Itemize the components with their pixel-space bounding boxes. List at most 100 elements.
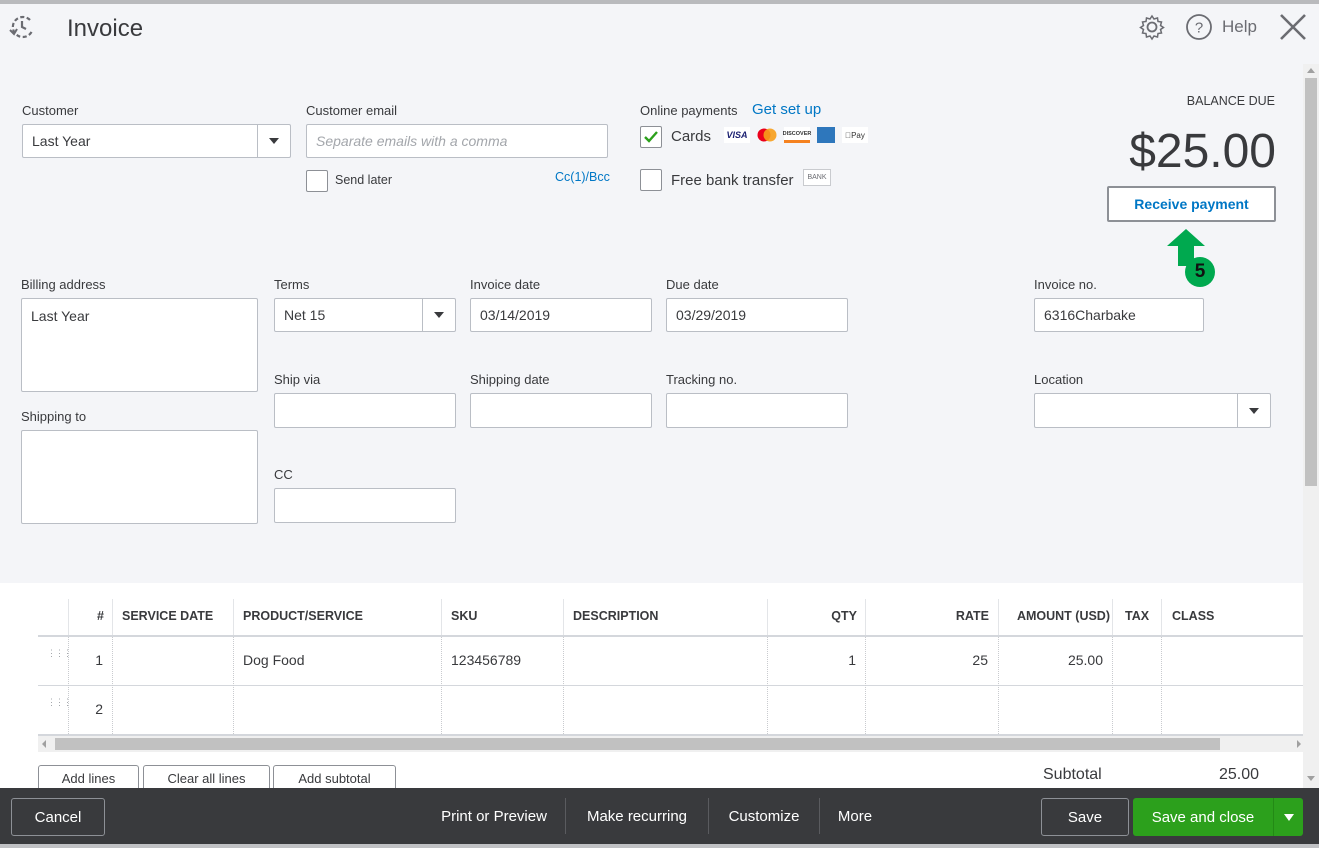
- customer-email-placeholder: Separate emails with a comma: [316, 133, 508, 149]
- tracking-no-label: Tracking no.: [666, 372, 738, 387]
- cards-label: Cards: [671, 128, 712, 145]
- invoice-date-input[interactable]: 03/14/2019: [470, 298, 652, 332]
- shipping-date-input[interactable]: [470, 393, 652, 428]
- amount-cell[interactable]: 25.00: [998, 652, 1103, 668]
- terms-dropdown-button[interactable]: [422, 299, 455, 331]
- tracking-no-input[interactable]: [666, 393, 848, 428]
- scroll-left-arrow-icon[interactable]: [42, 740, 46, 748]
- receive-payment-button[interactable]: Receive payment: [1107, 186, 1276, 222]
- send-later-checkbox[interactable]: [306, 170, 328, 192]
- horizontal-scroll-thumb[interactable]: [55, 738, 1220, 750]
- customer-label: Customer: [22, 103, 79, 118]
- save-button[interactable]: Save: [1041, 798, 1129, 836]
- cell-divider: [563, 637, 564, 734]
- terms-select[interactable]: Net 15: [274, 298, 456, 332]
- scroll-up-arrow-icon[interactable]: [1307, 68, 1315, 73]
- billing-address-label: Billing address: [21, 277, 106, 292]
- help-link[interactable]: Help: [1222, 17, 1257, 37]
- balance-due-label: BALANCE DUE: [1186, 94, 1275, 108]
- terms-value: Net 15: [284, 307, 326, 323]
- column-divider: [233, 599, 234, 635]
- column-header-description: DESCRIPTION: [573, 609, 659, 623]
- scroll-down-arrow-icon[interactable]: [1307, 776, 1315, 781]
- gear-icon[interactable]: [1138, 13, 1166, 46]
- footer-divider: [819, 798, 820, 834]
- column-divider: [441, 599, 442, 635]
- customer-dropdown-button[interactable]: [257, 125, 290, 157]
- cc-input[interactable]: [274, 488, 456, 523]
- save-and-close-button[interactable]: Save and close: [1133, 798, 1273, 836]
- invoice-date-value: 03/14/2019: [480, 307, 551, 323]
- step-number-badge: 5: [1185, 257, 1215, 287]
- location-label: Location: [1034, 372, 1084, 387]
- visa-logo: VISA: [724, 127, 750, 143]
- row-number: 1: [95, 652, 103, 668]
- more-button[interactable]: More: [827, 798, 883, 834]
- column-divider: [1112, 599, 1113, 635]
- bank-badge: BANK: [803, 169, 831, 186]
- help-icon[interactable]: ?: [1185, 13, 1213, 46]
- rate-cell[interactable]: 25: [865, 652, 988, 668]
- header-divider: [38, 635, 1303, 637]
- due-date-input[interactable]: 03/29/2019: [666, 298, 848, 332]
- bank-transfer-label: Free bank transfer: [671, 172, 794, 189]
- print-preview-button[interactable]: Print or Preview: [430, 798, 558, 834]
- checkmark-icon: [644, 131, 658, 143]
- column-divider: [1161, 599, 1162, 635]
- column-header-sku: SKU: [451, 609, 478, 623]
- cards-checkbox[interactable]: [640, 126, 662, 148]
- balance-due-amount: $25.00: [1129, 125, 1276, 178]
- customer-value: Last Year: [32, 133, 91, 149]
- save-options-dropdown[interactable]: [1273, 798, 1303, 836]
- cell-divider: [441, 637, 442, 734]
- column-header-product-service: PRODUCT/SERVICE: [243, 609, 363, 623]
- column-header-qty: QTY: [831, 609, 857, 623]
- location-dropdown-button[interactable]: [1237, 394, 1270, 427]
- chevron-down-icon: [269, 138, 279, 144]
- subtotal-value: 25.00: [1218, 766, 1259, 783]
- location-select[interactable]: [1034, 393, 1271, 428]
- shipping-to-textarea[interactable]: [21, 430, 258, 524]
- send-later-label: Send later: [335, 173, 392, 187]
- sku-cell[interactable]: 123456789: [451, 652, 521, 668]
- recent-transactions-icon[interactable]: [8, 12, 38, 47]
- terms-label: Terms: [274, 277, 310, 292]
- column-divider: [563, 599, 564, 635]
- vertical-scroll-thumb[interactable]: [1305, 78, 1317, 486]
- horizontal-scrollbar[interactable]: [38, 736, 1303, 752]
- svg-text:?: ?: [1195, 20, 1203, 37]
- footer-divider: [565, 798, 566, 834]
- shipping-date-label: Shipping date: [470, 372, 550, 387]
- product-cell[interactable]: Dog Food: [243, 652, 304, 668]
- subtotal-label: Subtotal: [1043, 766, 1102, 783]
- mastercard-logo: [754, 127, 780, 143]
- chevron-down-icon: [1283, 813, 1294, 821]
- ship-via-label: Ship via: [274, 372, 321, 387]
- get-set-up-link[interactable]: Get set up: [752, 101, 821, 118]
- customer-select[interactable]: Last Year: [22, 124, 291, 158]
- cell-divider: [112, 637, 113, 734]
- close-icon[interactable]: [1278, 12, 1308, 47]
- shipping-to-label: Shipping to: [21, 409, 87, 424]
- column-header-rate: RATE: [955, 609, 989, 623]
- customize-button[interactable]: Customize: [716, 798, 812, 834]
- column-header-class: CLASS: [1172, 609, 1215, 623]
- bank-transfer-checkbox[interactable]: [640, 169, 662, 191]
- make-recurring-button[interactable]: Make recurring: [573, 798, 701, 834]
- online-payments-label: Online payments: [640, 103, 738, 118]
- window-top-edge: [0, 0, 1319, 4]
- qty-cell[interactable]: 1: [767, 652, 856, 668]
- chevron-down-icon: [434, 312, 444, 318]
- cancel-button[interactable]: Cancel: [11, 798, 105, 836]
- ship-via-input[interactable]: [274, 393, 456, 428]
- cell-divider: [1112, 637, 1113, 734]
- customer-email-input[interactable]: Separate emails with a comma: [306, 124, 608, 158]
- vertical-scrollbar[interactable]: [1303, 64, 1319, 788]
- cell-divider: [233, 637, 234, 734]
- invoice-no-input[interactable]: 6316Charbake: [1034, 298, 1204, 332]
- column-header-amount: AMOUNT (USD): [1016, 609, 1110, 623]
- cc-bcc-link[interactable]: Cc(1)/Bcc: [555, 170, 610, 184]
- scroll-right-arrow-icon[interactable]: [1297, 740, 1301, 748]
- billing-address-textarea[interactable]: Last Year: [21, 298, 258, 392]
- footer-divider: [708, 798, 709, 834]
